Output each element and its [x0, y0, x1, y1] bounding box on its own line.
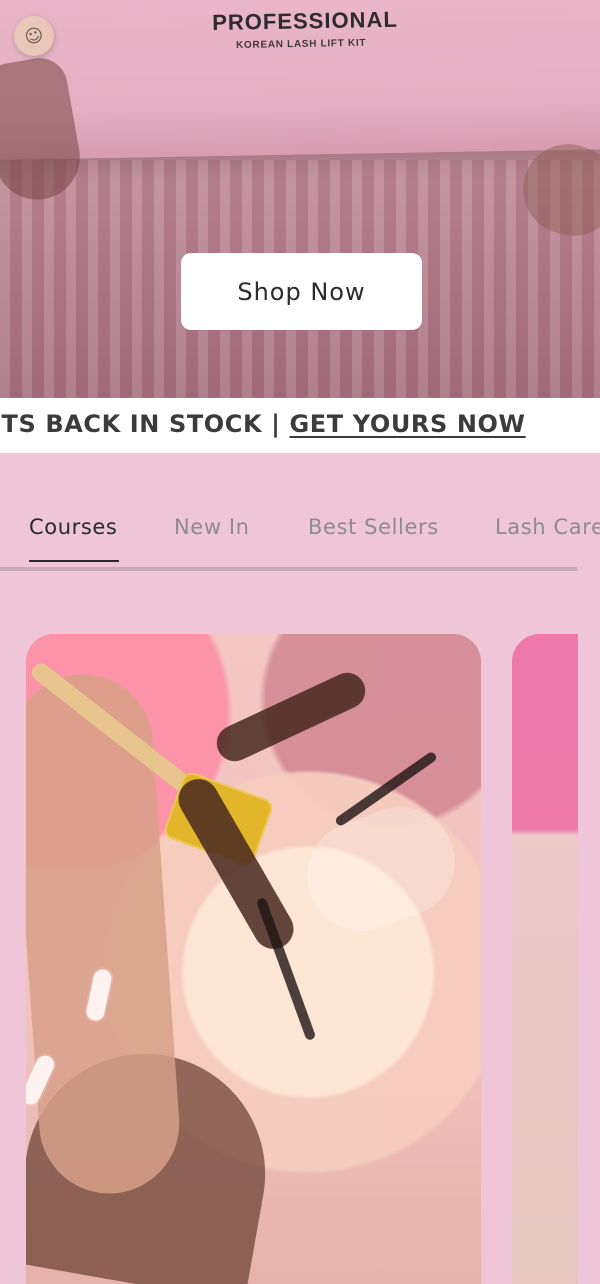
product-box-subtitle: KOREAN LASH LIFT KIT — [236, 37, 367, 51]
tab-new-in[interactable]: New In — [174, 515, 250, 539]
next-card-peek[interactable] — [512, 634, 578, 1284]
tab-best-sellers[interactable]: Best Sellers — [308, 515, 439, 539]
announcement-cta-link[interactable]: GET YOURS NOW — [290, 410, 526, 438]
shop-now-button[interactable]: Shop Now — [181, 253, 422, 330]
announcement-bar: ITS BACK IN STOCK | GET YOURS NOW — [0, 398, 600, 453]
next-card-photo — [512, 634, 578, 1284]
active-tab-underline — [29, 560, 119, 562]
announcement-prefix: ITS BACK IN STOCK | — [0, 410, 290, 438]
category-tabs: Courses New In Best Sellers Lash Care — [0, 495, 600, 573]
tab-courses[interactable]: Courses — [29, 515, 117, 539]
product-card-image[interactable] — [26, 634, 481, 1284]
announcement-text: ITS BACK IN STOCK | GET YOURS NOW — [0, 410, 526, 438]
tabs-divider — [0, 567, 577, 571]
hero-banner: ☺ PROFESSIONAL KOREAN LASH LIFT KIT Shop… — [0, 0, 600, 398]
tab-lash-care[interactable]: Lash Care — [495, 515, 600, 539]
product-box-title: PROFESSIONAL — [212, 6, 398, 35]
